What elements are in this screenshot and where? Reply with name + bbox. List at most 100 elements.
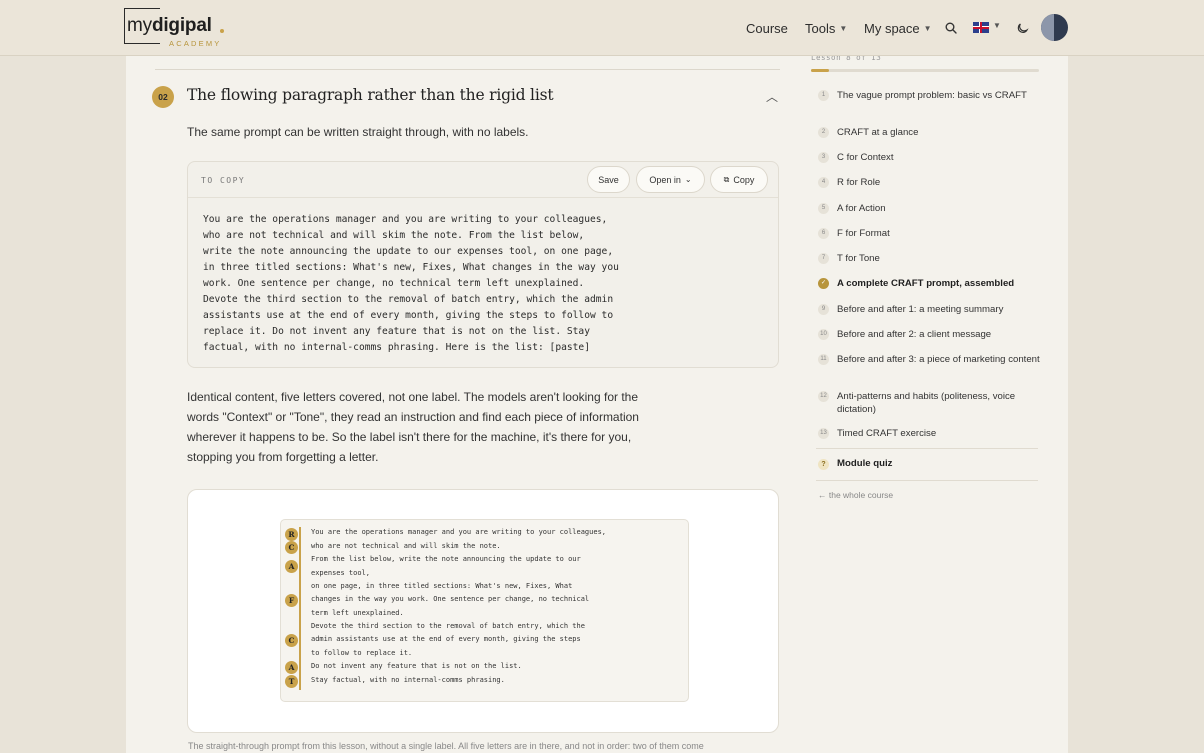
progress-fill xyxy=(811,69,830,72)
section-header[interactable]: 02 The flowing paragraph rather than the… xyxy=(152,86,782,110)
avatar[interactable] xyxy=(1041,14,1068,41)
annotated-line: term left unexplained. xyxy=(311,609,404,617)
lesson-number: 3 xyxy=(818,152,829,163)
lesson-sidebar: Lesson 8 of 13 1 The vague prompt problem… xyxy=(808,53,1068,753)
marker-role: R xyxy=(285,528,298,541)
logo[interactable]: mydigipal ACADEMY xyxy=(124,8,224,48)
section-intro: The same prompt can be written straight … xyxy=(187,125,529,139)
copy-block: TO COPY Save Open in ⌄ ⧉ Copy You are the… xyxy=(187,161,779,368)
annotation-bar xyxy=(299,527,301,690)
lesson-label: Before and after 1: a meeting summary xyxy=(837,304,1004,315)
lesson-label: CRAFT at a glance xyxy=(837,127,919,138)
figure-caption: The straight-through prompt from this le… xyxy=(188,741,704,751)
explanation-line: Identical content, five letters covered,… xyxy=(187,390,639,404)
chevron-up-icon[interactable]: ︿ xyxy=(766,88,778,105)
nav-tools[interactable]: Tools ▼ xyxy=(805,0,847,56)
marker-context: C xyxy=(285,541,298,554)
moon-icon[interactable] xyxy=(1013,18,1033,38)
divider xyxy=(155,69,780,70)
search-icon[interactable] xyxy=(941,18,961,38)
marker-tone: T xyxy=(285,675,298,688)
explanation-line: wherever it happens to be. So the label … xyxy=(187,430,632,444)
prompt-line: write the note announcing the update to … xyxy=(203,246,614,257)
annotated-line: Stay factual, with no internal-comms phr… xyxy=(311,676,505,684)
lesson-number: 13 xyxy=(818,428,829,439)
marker-action: A xyxy=(285,661,298,674)
logo-prefix: my xyxy=(127,15,152,36)
lesson-number: 11 xyxy=(818,354,829,365)
explanation-line: stopping you from forgetting a letter. xyxy=(187,450,379,464)
chevron-down-icon: ▼ xyxy=(923,23,932,33)
lesson-label: T for Tone xyxy=(837,253,880,264)
open-in-button[interactable]: Open in ⌄ xyxy=(636,166,705,193)
chevron-down-icon[interactable]: ▼ xyxy=(993,21,1001,30)
lesson-label: Before and after 3: a piece of marketing… xyxy=(837,354,1040,365)
lesson-label: A for Action xyxy=(837,203,886,214)
logo-wordmark: mydigipal xyxy=(127,15,212,37)
divider xyxy=(816,448,1038,449)
annotated-prompt: R C A F C A T You are the operations man… xyxy=(280,519,689,702)
check-icon: ✓ xyxy=(818,278,829,289)
copy-button-label: Copy xyxy=(733,174,755,185)
lesson-number: 6 xyxy=(818,228,829,239)
annotated-line: to follow to replace it. xyxy=(311,649,413,657)
chevron-down-icon: ⌄ xyxy=(684,175,692,184)
lesson-label: R for Role xyxy=(837,177,881,188)
open-in-label: Open in xyxy=(649,174,681,185)
copy-block-header: TO COPY Save Open in ⌄ ⧉ Copy xyxy=(188,162,778,198)
lesson-number: 9 xyxy=(818,304,829,315)
annotated-line: You are the operations manager and you a… xyxy=(311,528,607,536)
logo-dot xyxy=(220,29,224,33)
prompt-line: assistants use at the end of every month… xyxy=(203,310,614,321)
module-quiz-link[interactable]: ? Module quiz xyxy=(818,458,1038,472)
prompt-line: who are not technical and will skim the … xyxy=(203,230,585,241)
nav-my-space-label: My space xyxy=(864,20,920,36)
lesson-content: 02 The flowing paragraph rather than the… xyxy=(126,56,808,753)
prompt-text[interactable]: You are the operations manager and you a… xyxy=(203,212,619,356)
lesson-number: 2 xyxy=(818,127,829,138)
annotated-line: expenses tool, xyxy=(311,569,371,577)
nav-course[interactable]: Course xyxy=(746,0,788,56)
lesson-label: A complete CRAFT prompt, assembled xyxy=(837,278,1015,289)
copy-button[interactable]: ⧉ Copy xyxy=(710,166,768,193)
lesson-number: 12 xyxy=(818,391,829,402)
annotated-line: From the list below, write the note anno… xyxy=(311,555,581,563)
prompt-line: work. One sentence per change, no techni… xyxy=(203,278,585,289)
marker-context: C xyxy=(285,634,298,647)
module-quiz-label: Module quiz xyxy=(837,458,893,469)
back-to-course-link[interactable]: ← the whole course xyxy=(818,490,893,500)
save-button-label: Save xyxy=(598,174,619,185)
explanation-paragraph: Identical content, five letters covered,… xyxy=(187,387,667,467)
lesson-label: Timed CRAFT exercise xyxy=(837,428,937,439)
annotated-line: on one page, in three titled sections: W… xyxy=(311,582,573,590)
nav-course-label: Course xyxy=(746,20,788,36)
annotated-line: who are not technical and will skim the … xyxy=(311,542,501,550)
course-progress xyxy=(811,69,1039,72)
nav-my-space[interactable]: My space ▼ xyxy=(864,0,932,56)
chevron-down-icon: ▼ xyxy=(839,23,848,33)
marker-action: A xyxy=(285,560,298,573)
uk-flag-icon[interactable] xyxy=(973,22,989,33)
question-icon: ? xyxy=(818,459,829,470)
prompt-line: Devote the third section to the removal … xyxy=(203,294,614,305)
prompt-line: You are the operations manager and you a… xyxy=(203,214,608,225)
lesson-label: C for Context xyxy=(837,152,894,163)
lesson-number: 10 xyxy=(818,329,829,340)
explanation-line: words "Context" or "Tone", they read an … xyxy=(187,410,639,424)
marker-format: F xyxy=(285,594,298,607)
logo-subtitle: ACADEMY xyxy=(169,39,222,48)
nav-tools-label: Tools xyxy=(805,20,836,36)
lesson-number: 7 xyxy=(818,253,829,264)
annotated-line: changes in the way you work. One sentenc… xyxy=(311,595,590,603)
divider xyxy=(816,480,1038,481)
top-bar: mydigipal ACADEMY Course Tools ▼ My space… xyxy=(0,0,1204,56)
annotated-line: Do not invent any feature that is not on… xyxy=(311,662,522,670)
lesson-label: Anti-patterns and habits (politeness, vo… xyxy=(837,391,1016,415)
lesson-label: F for Format xyxy=(837,228,890,239)
annotated-prompt-figure: R C A F C A T You are the operations man… xyxy=(187,489,779,733)
lesson-label: Before and after 2: a client message xyxy=(837,329,992,340)
lesson-number: 1 xyxy=(818,90,829,101)
save-button[interactable]: Save xyxy=(587,166,630,193)
lesson-label: The vague prompt problem: basic vs CRAFT xyxy=(837,90,1027,101)
copy-block-label: TO COPY xyxy=(201,176,246,185)
